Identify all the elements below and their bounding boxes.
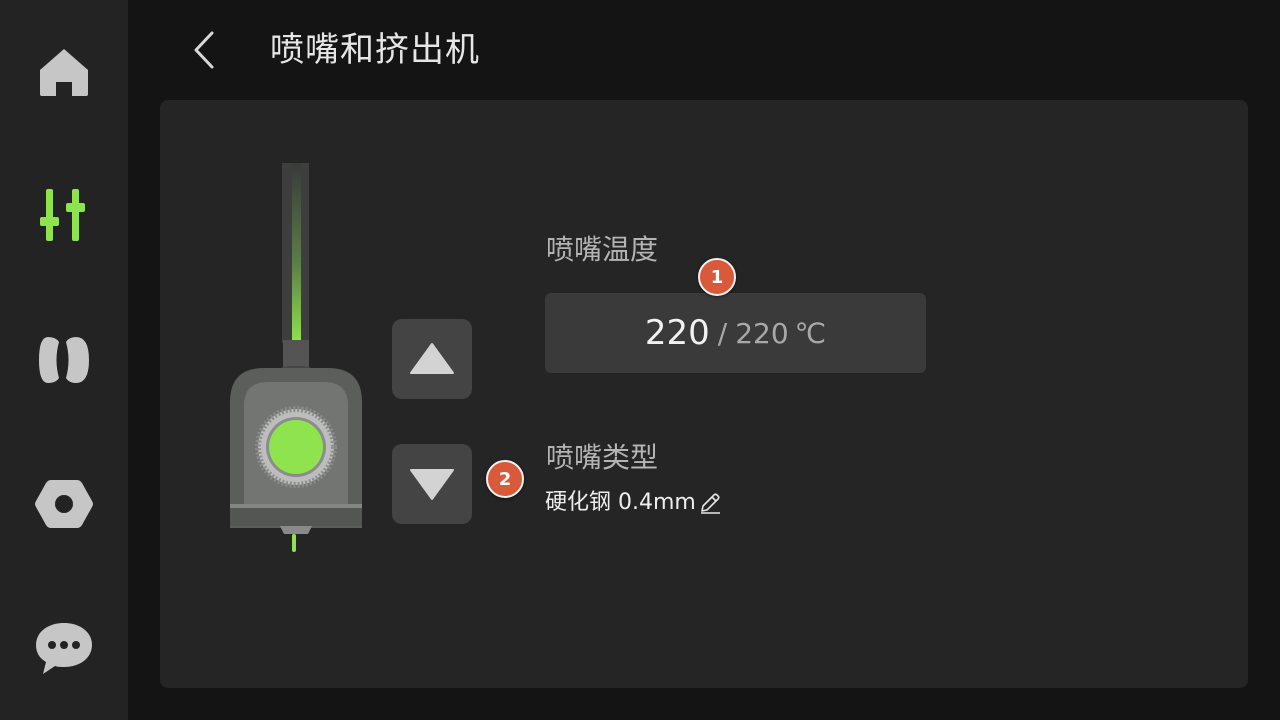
nozzle-temp-label: 喷嘴温度 (546, 233, 659, 266)
annotation-badge-1: 1 (698, 258, 736, 296)
extrude-down-button[interactable] (392, 444, 472, 524)
nozzle-type-label: 喷嘴类型 (546, 441, 659, 474)
nav-settings[interactable] (24, 464, 104, 544)
filament-spool-icon (39, 337, 89, 383)
triangle-up-icon (410, 343, 454, 374)
back-button[interactable] (180, 24, 228, 76)
temp-separator: / (717, 316, 728, 350)
target-temp: 220 (735, 316, 789, 350)
sidebar (0, 0, 128, 720)
nav-home[interactable] (24, 32, 104, 112)
home-icon (40, 49, 88, 96)
temp-unit: ℃ (794, 316, 827, 350)
header: 喷嘴和挤出机 (128, 0, 1280, 100)
extruder-illustration (228, 162, 364, 554)
hex-nut-icon (35, 480, 93, 528)
extruder-graphic (230, 163, 362, 552)
nozzle-type-text: 硬化钢 0.4mm (545, 490, 696, 515)
nozzle-temp-field[interactable]: 220 / 220 ℃ (545, 293, 926, 373)
extrude-up-button[interactable] (392, 319, 472, 399)
page-title: 喷嘴和挤出机 (270, 30, 480, 70)
main-panel: 喷嘴温度 220 / 220 ℃ 喷嘴类型 硬化钢 0.4mm 1 2 (160, 100, 1248, 688)
nav-controls[interactable] (24, 175, 104, 255)
chat-icon (36, 623, 92, 674)
nav-messages[interactable] (24, 608, 104, 688)
annotation-badge-2: 2 (486, 460, 524, 498)
nav-filament[interactable] (24, 320, 104, 400)
chevron-left-icon (194, 31, 214, 69)
pencil-icon[interactable] (698, 491, 722, 515)
sliders-icon (40, 189, 85, 241)
nozzle-type-value[interactable]: 硬化钢 0.4mm (545, 488, 722, 518)
current-temp: 220 (644, 313, 710, 353)
triangle-down-icon (410, 469, 454, 500)
